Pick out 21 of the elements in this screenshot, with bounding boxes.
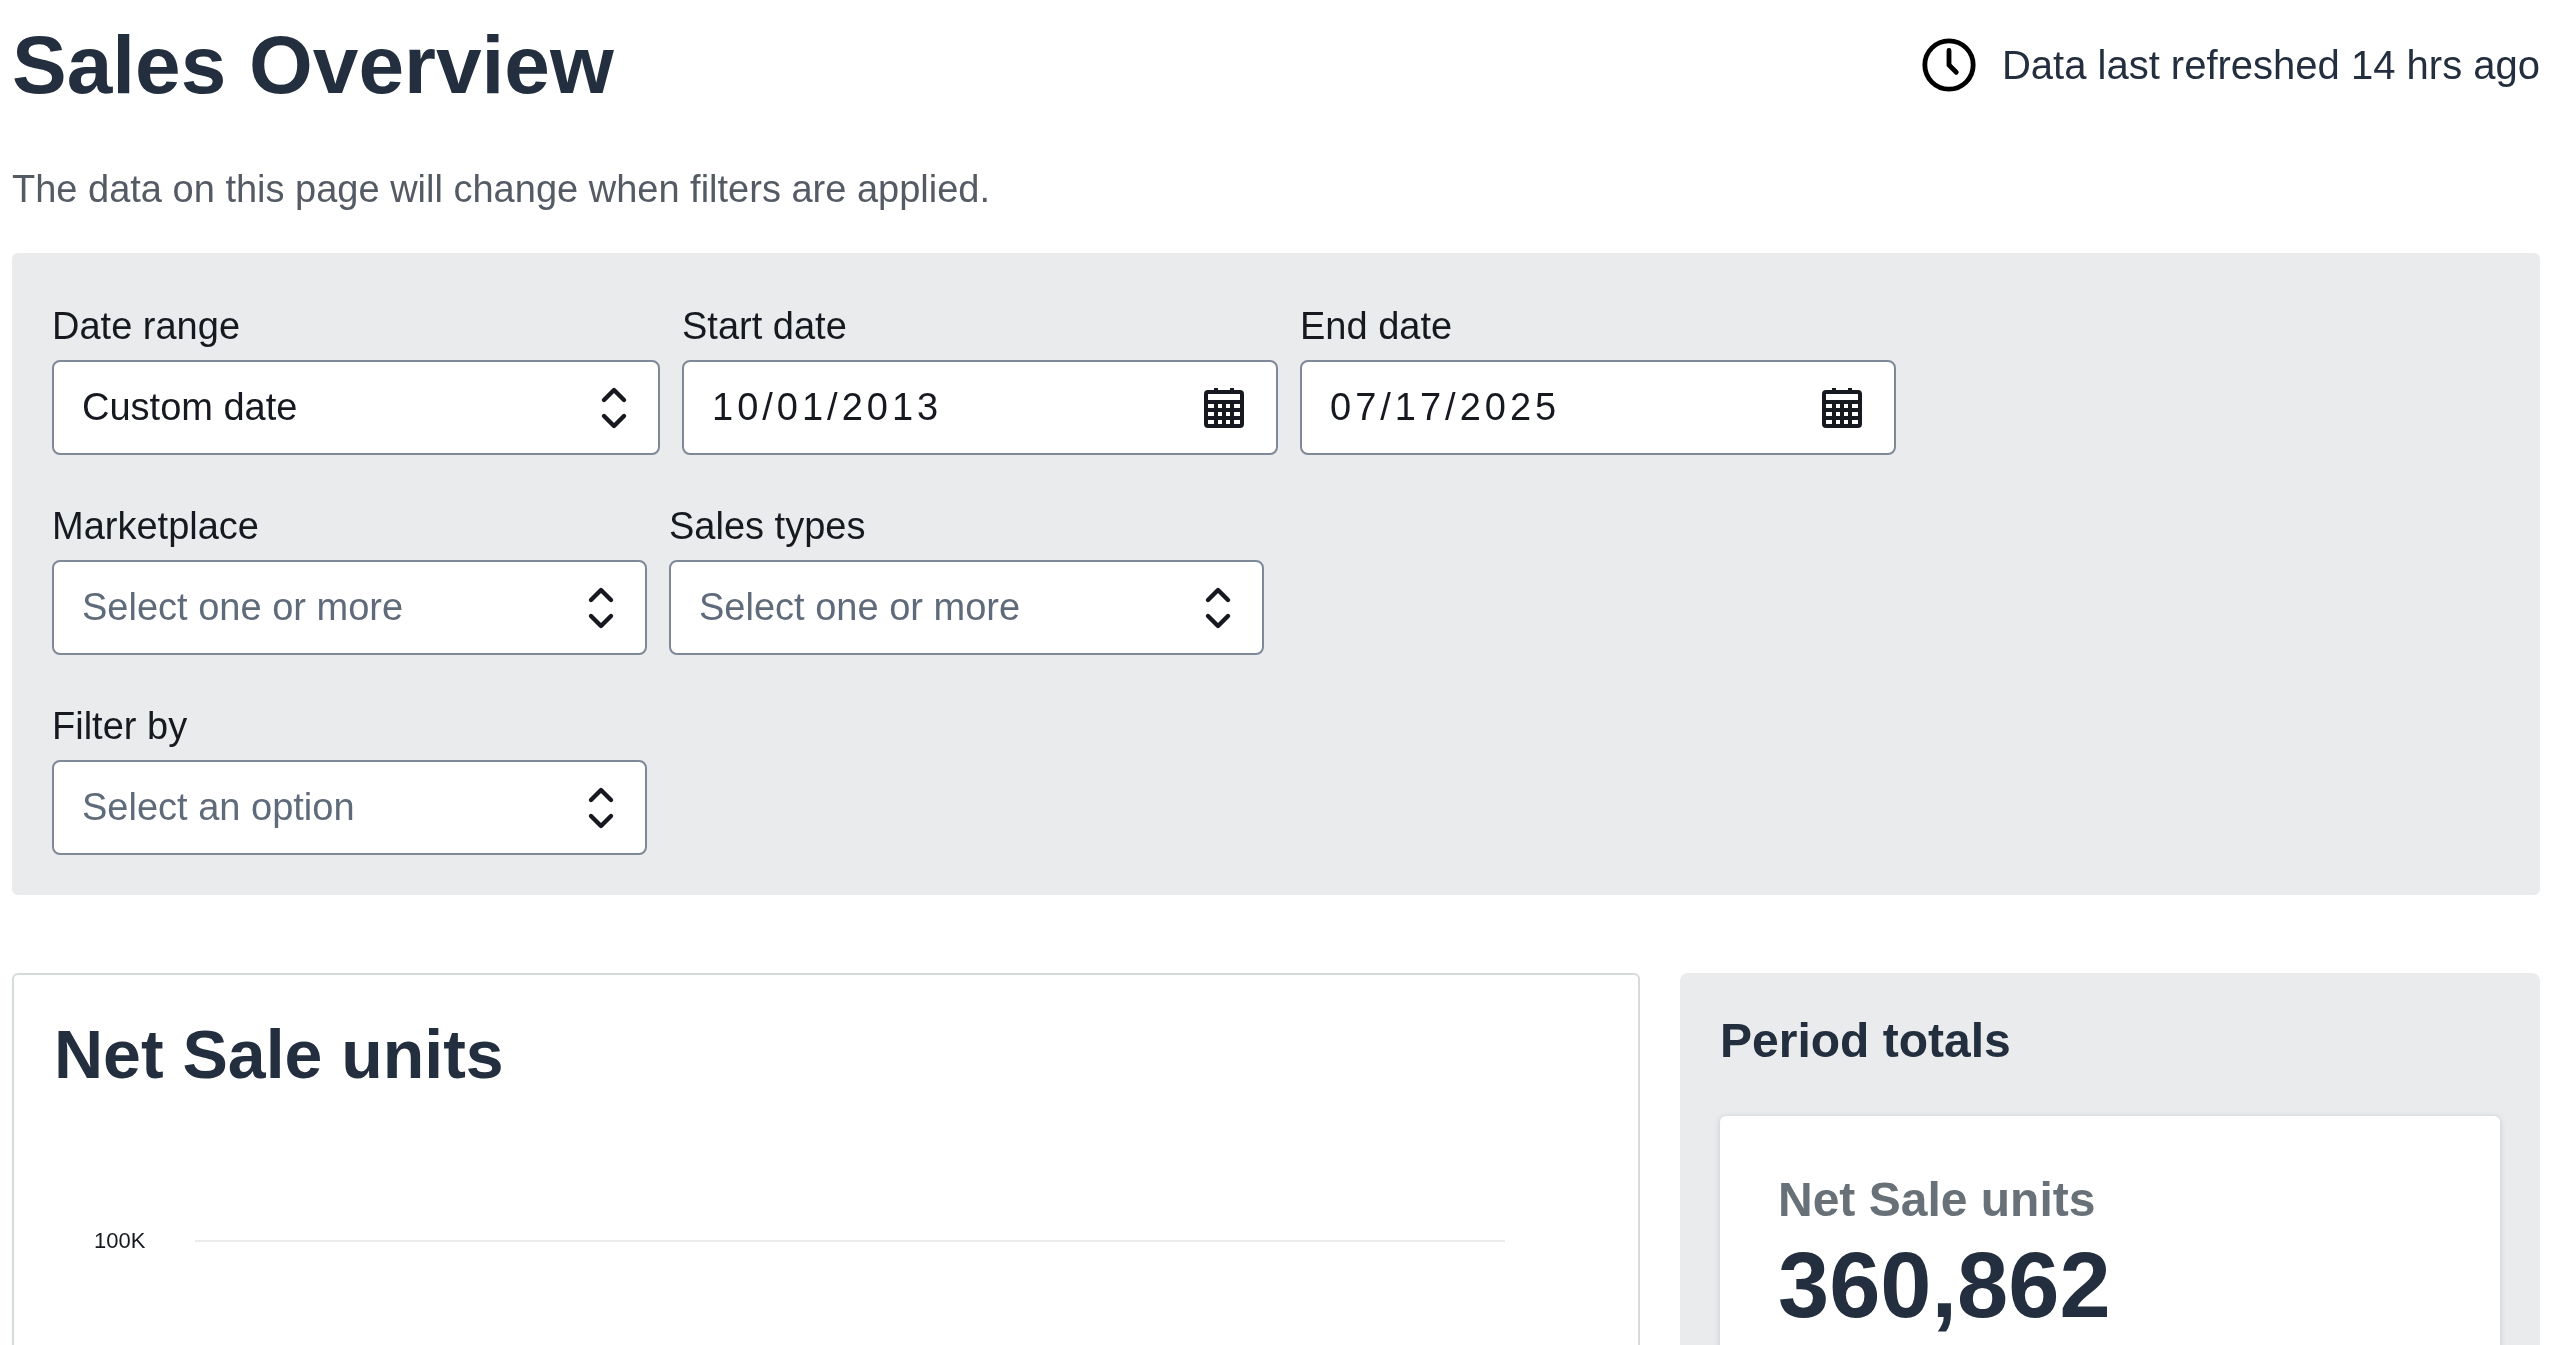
field-label: End date — [1300, 305, 1454, 348]
field-label: Marketplace — [52, 505, 260, 548]
chart-title: Net Sale units — [54, 1015, 505, 1093]
select-field[interactable]: Custom date — [52, 360, 660, 455]
field-label: Date range — [52, 305, 241, 348]
refresh-status: Data last refreshed 14 hrs ago — [2001, 42, 2540, 88]
field-label: Start date — [682, 305, 848, 348]
select-field[interactable]: Select one or more — [52, 560, 647, 655]
totals-title: Period totals — [1720, 1013, 2012, 1068]
field-label: Sales types — [669, 505, 867, 548]
metric-label: Net Sale units — [1778, 1172, 2097, 1227]
axis-tick-label: 100K — [94, 1228, 146, 1254]
metric-value: 360,862 — [1778, 1233, 2112, 1338]
page-description: The data on this page will change when filters are applied. — [12, 168, 992, 211]
select-field[interactable]: Select an option — [52, 760, 647, 855]
page-title: Sales Overview — [12, 18, 614, 112]
date-field[interactable]: 10/01/2013 — [682, 360, 1278, 455]
select-field[interactable]: Select one or more — [669, 560, 1264, 655]
field-label: Filter by — [52, 705, 189, 748]
date-field[interactable]: 07/17/2025 — [1300, 360, 1896, 455]
clock-icon — [1919, 36, 1978, 94]
